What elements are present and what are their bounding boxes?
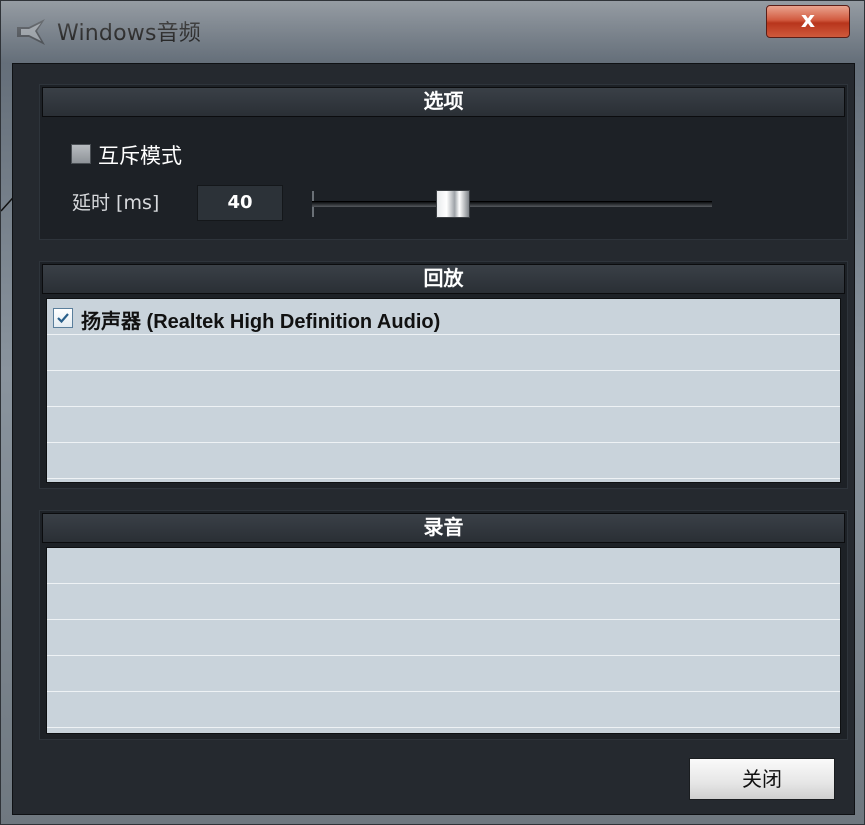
latency-value-field[interactable]: 40	[197, 185, 283, 221]
recording-device-list[interactable]	[46, 547, 841, 734]
windows-audio-dialog: Windows音频 x 选项 互斥模式 延时 [ms] 40 回放 扬声器 (R…	[0, 0, 865, 825]
dialog-body: 选项 互斥模式 延时 [ms] 40 回放 扬声器 (Realtek High …	[12, 63, 855, 815]
list-item	[47, 371, 840, 407]
list-item	[47, 335, 840, 371]
list-item[interactable]: 扬声器 (Realtek High Definition Audio)	[47, 299, 840, 335]
recording-header: 录音	[42, 513, 845, 543]
exclusive-mode-checkbox[interactable]	[71, 144, 91, 164]
exclusive-mode-label: 互斥模式	[98, 144, 182, 168]
list-item	[47, 443, 840, 479]
recording-group: 录音	[39, 510, 848, 740]
playback-device-list[interactable]: 扬声器 (Realtek High Definition Audio)	[46, 298, 841, 483]
slider-track	[312, 201, 712, 207]
list-item	[47, 548, 840, 584]
playback-header: 回放	[42, 264, 845, 294]
options-group: 选项 互斥模式 延时 [ms] 40	[39, 84, 848, 240]
list-item	[47, 407, 840, 443]
list-item	[47, 656, 840, 692]
slider-thumb[interactable]	[436, 190, 470, 218]
options-header: 选项	[42, 87, 845, 117]
title-bar[interactable]: Windows音频 x	[1, 1, 865, 63]
close-icon[interactable]: x	[766, 5, 850, 38]
playback-group: 回放 扬声器 (Realtek High Definition Audio)	[39, 261, 848, 489]
checkbox-check-icon	[57, 313, 69, 324]
device-label: 扬声器 (Realtek High Definition Audio)	[81, 311, 441, 333]
list-item	[47, 692, 840, 728]
window-title: Windows音频	[57, 21, 202, 46]
list-item	[47, 584, 840, 620]
latency-label: 延时 [ms]	[72, 192, 160, 214]
list-item	[47, 620, 840, 656]
close-button[interactable]: 关闭	[689, 758, 835, 800]
device-checkbox[interactable]	[53, 308, 73, 328]
latency-slider[interactable]	[312, 189, 712, 219]
app-icon	[17, 19, 45, 45]
